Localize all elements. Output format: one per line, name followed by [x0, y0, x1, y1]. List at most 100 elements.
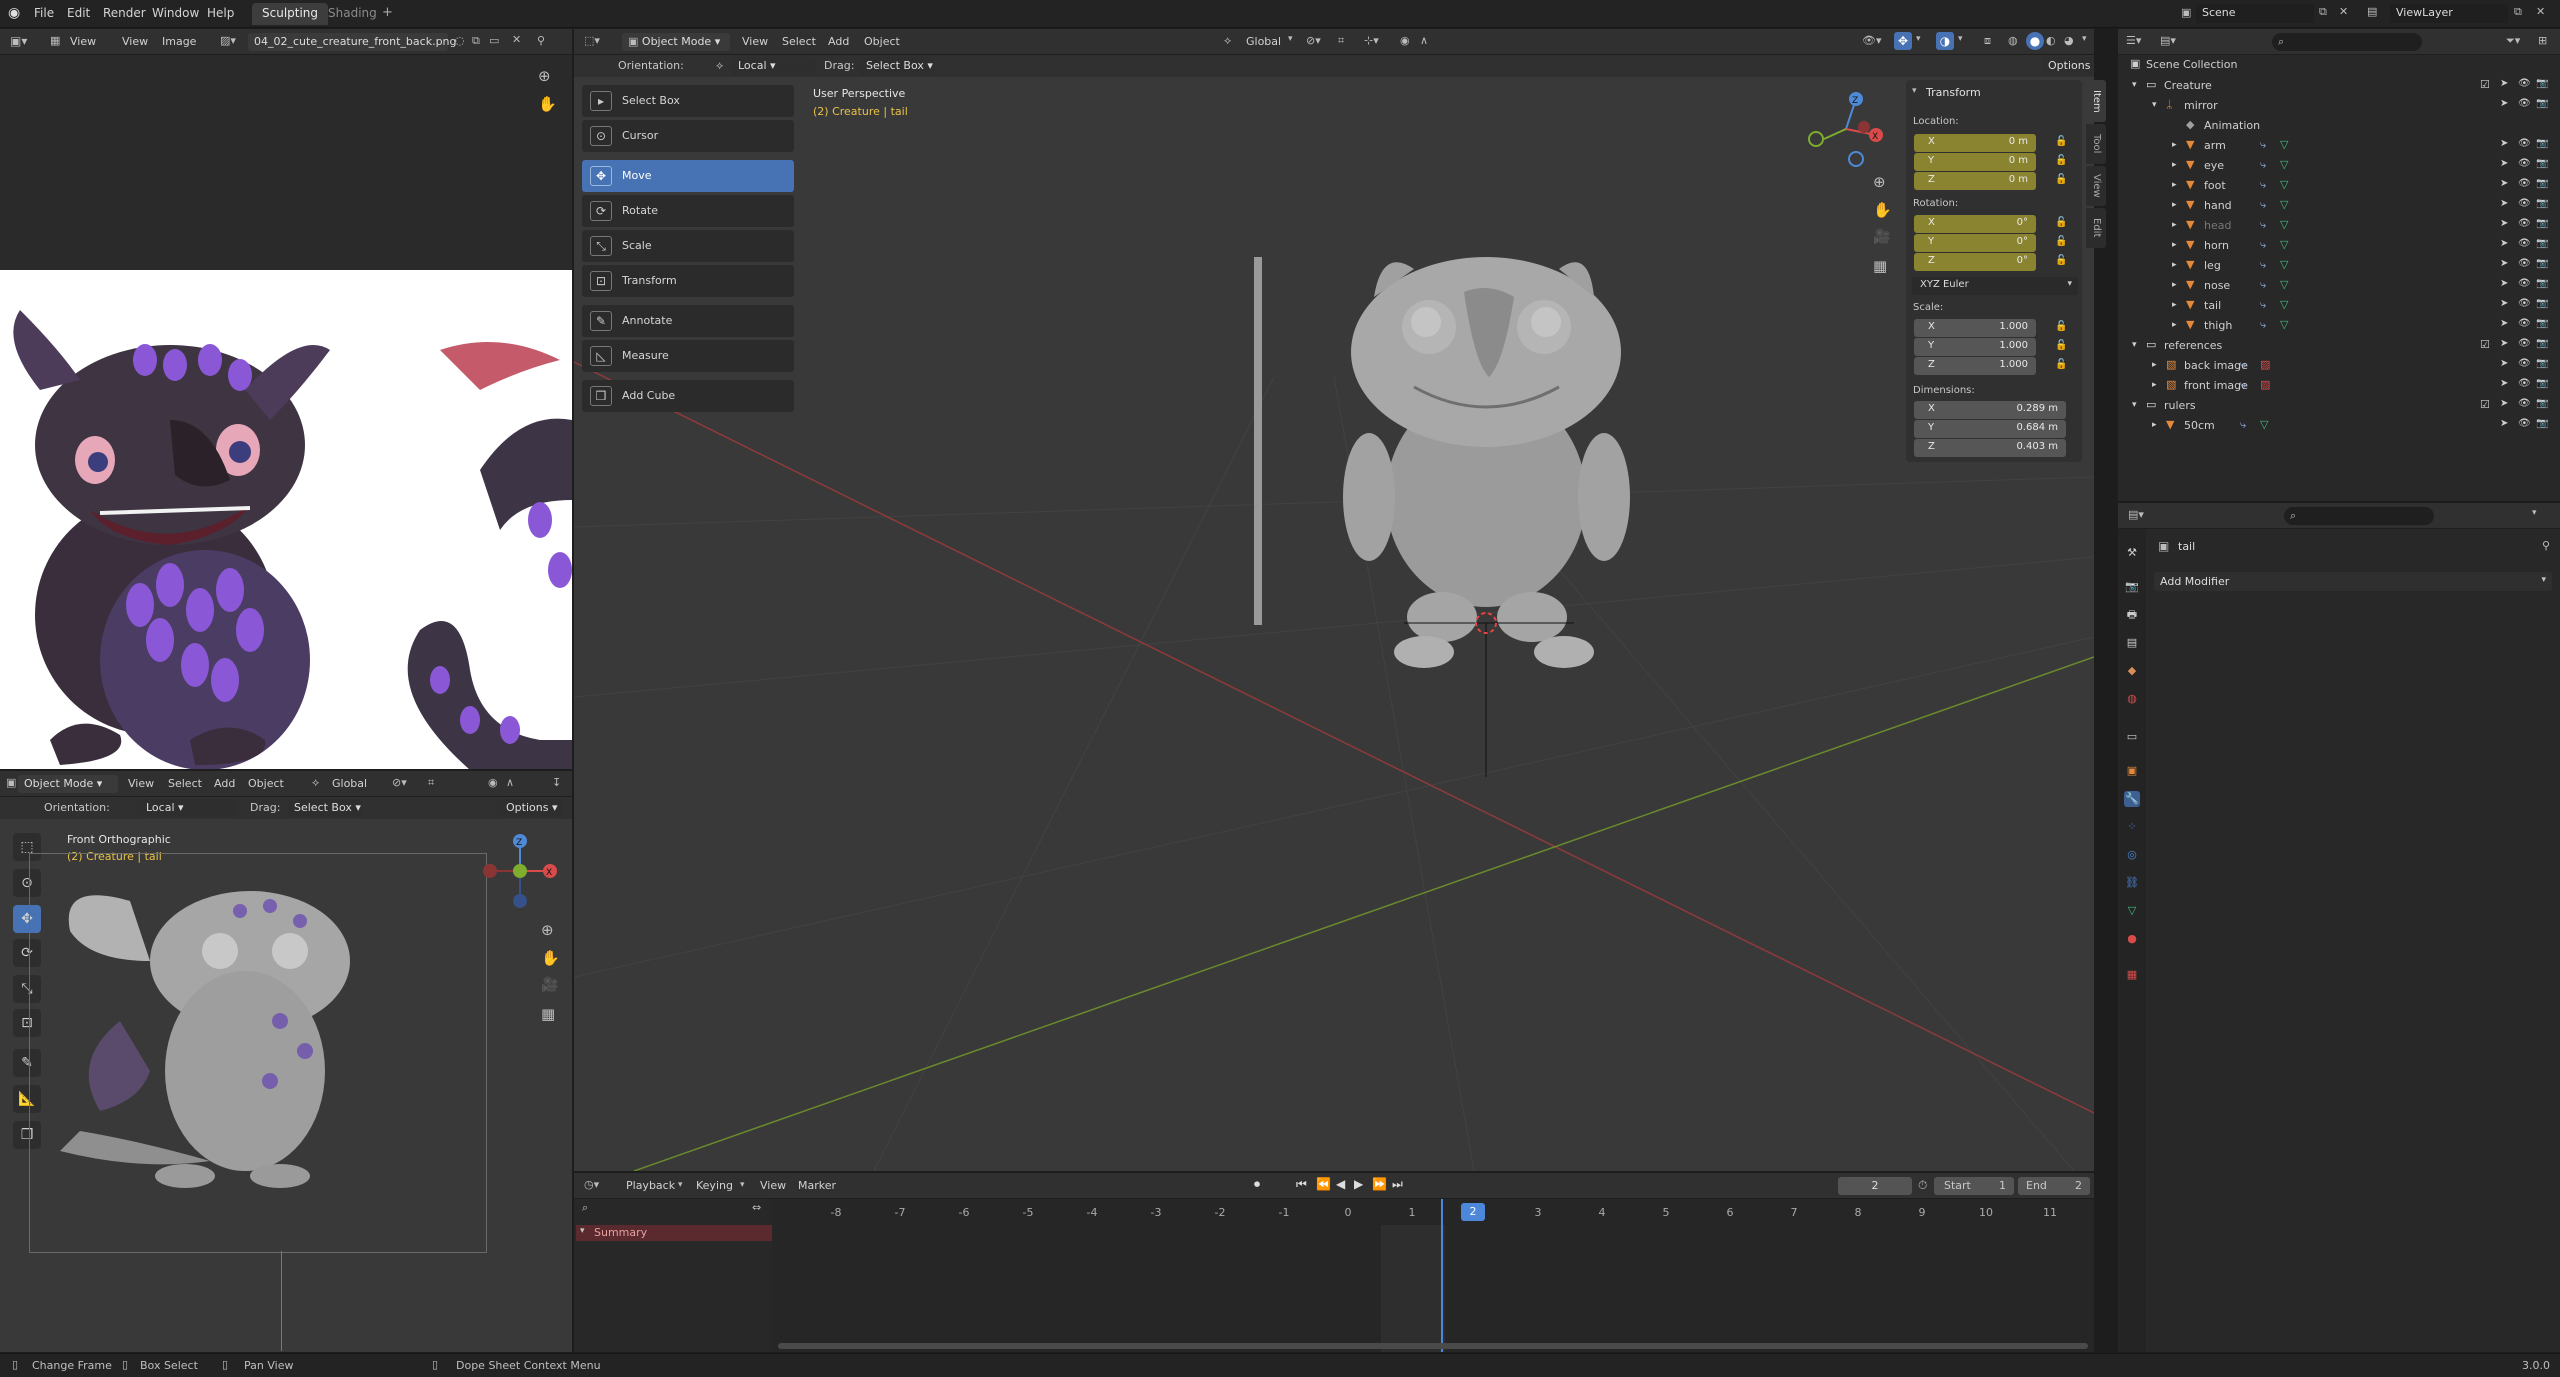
tool-transform[interactable]: ⊡ Transform [582, 265, 794, 297]
select-arrow-icon[interactable]: ➤ [2500, 378, 2508, 389]
menu-object[interactable]: Object [864, 35, 900, 48]
include-checkbox[interactable]: ☑ [2480, 78, 2490, 91]
timeline-playback-menu[interactable]: Playback [626, 1179, 675, 1192]
new-image-icon[interactable]: ⧉ [472, 34, 480, 48]
transform-orientation-chevron-icon[interactable]: ▾ [1288, 34, 1293, 44]
include-checkbox[interactable]: ☑ [2480, 338, 2490, 351]
expand-arrow-icon[interactable]: ▸ [2172, 220, 2177, 230]
options-button[interactable]: Options ▾ [500, 799, 564, 817]
particles-tab-icon[interactable]: ⁘ [2124, 819, 2140, 835]
properties-options-icon[interactable]: ▾ [2532, 508, 2537, 518]
pivot-icon[interactable]: ⊘▾ [392, 776, 407, 789]
object-tab-icon[interactable]: ▣ [2124, 763, 2140, 779]
tool-measure[interactable]: ◺ Measure [582, 340, 794, 372]
camera-render-icon[interactable]: 📷 [2536, 258, 2548, 269]
expand-arrow-icon[interactable]: ▾ [2132, 400, 2137, 410]
eye-icon[interactable]: 👁 [2518, 258, 2531, 269]
zoom-icon[interactable]: ⊕ [1873, 173, 1886, 191]
viewlayer-field[interactable]: ViewLayer [2390, 4, 2508, 23]
select-arrow-icon[interactable]: ➤ [2500, 358, 2508, 369]
eye-icon[interactable]: 👁 [2518, 138, 2531, 149]
tab-edit[interactable]: Edit [2086, 208, 2106, 248]
render-tab-icon[interactable]: 📷 [2124, 579, 2140, 595]
jump-end-icon[interactable]: ⏭ [1392, 1177, 1403, 1192]
rotation-y[interactable]: Y 0° [1914, 234, 2036, 252]
output-tab-icon[interactable]: 🖶 [2124, 607, 2140, 623]
eye-icon[interactable]: 👁 [2518, 218, 2531, 229]
camera-render-icon[interactable]: 📷 [2536, 358, 2548, 369]
pin-icon[interactable]: ⚲ [537, 34, 545, 47]
lock-rotation-y-icon[interactable]: 🔓 [2055, 236, 2067, 248]
drag-select[interactable]: Select Box ▾ [860, 57, 934, 75]
lock-location-y-icon[interactable]: 🔓 [2055, 155, 2067, 167]
menu-select[interactable]: Select [782, 35, 816, 48]
location-y[interactable]: Y0 m [1914, 153, 2036, 171]
camera-render-icon[interactable]: 📷 [2536, 398, 2548, 409]
outliner-item[interactable]: ▸ ▼ leg ⤷ ▽ ➤ 👁 📷 [2130, 256, 2550, 276]
blender-logo-icon[interactable]: ◉ [8, 5, 20, 21]
menu-edit[interactable]: Edit [67, 6, 90, 20]
material-tab-icon[interactable]: ● [2124, 931, 2140, 947]
camera-render-icon[interactable]: 📷 [2536, 158, 2548, 169]
pin-icon[interactable]: ⚲ [2542, 539, 2550, 552]
expand-arrow-icon[interactable]: ▸ [2172, 200, 2177, 210]
summary-channel[interactable]: ▾ Summary [576, 1225, 772, 1241]
tool-rotate[interactable]: ⟳ Rotate [582, 195, 794, 227]
pan-hand-icon[interactable]: ✋ [1873, 201, 1892, 219]
tool-tab-icon[interactable]: ⚒ [2124, 545, 2140, 561]
overlays-dropdown-icon[interactable]: ▾ [1958, 34, 1963, 44]
modifier-icon[interactable]: ⤷ [2240, 378, 2246, 392]
tool-scale[interactable]: ⤡ Scale [582, 230, 794, 262]
expand-arrow-icon[interactable]: ▸ [2172, 300, 2177, 310]
tool-move[interactable]: ✥ Move [582, 160, 794, 192]
pan-hand-icon[interactable]: ✋ [541, 949, 560, 967]
filter-icon[interactable]: ⏷▾ [2506, 34, 2520, 48]
eye-icon[interactable]: 👁 [2518, 98, 2531, 109]
start-frame-field[interactable]: Start 1 [1934, 1177, 2014, 1195]
eye-icon[interactable]: 👁 [2518, 318, 2531, 329]
camera-render-icon[interactable]: 📷 [2536, 278, 2548, 289]
tool-annotate[interactable]: ✎ Annotate [582, 305, 794, 337]
outliner-item[interactable]: ▸ ▼ tail ⤷ ▽ ➤ 👁 📷 [2130, 296, 2550, 316]
outliner-item[interactable]: ▸ ▼ arm ⤷ ▽ ➤ 👁 📷 [2130, 136, 2550, 156]
tool-add-cube[interactable]: ❒ Add Cube [582, 380, 794, 412]
select-arrow-icon[interactable]: ➤ [2500, 178, 2508, 189]
menu-window[interactable]: Window [152, 6, 199, 20]
add-workspace-button[interactable]: + [382, 5, 393, 20]
mode-select[interactable]: Object Mode ▾ [18, 775, 118, 793]
camera-render-icon[interactable]: 📷 [2536, 338, 2548, 349]
menu-file[interactable]: File [34, 6, 54, 20]
scale-x[interactable]: X 1.000 [1914, 319, 2036, 337]
modifier-icon[interactable]: ⤷ [2260, 158, 2266, 172]
solid-shading-icon[interactable]: ● [2026, 32, 2044, 50]
mode-select[interactable]: ▣ Object Mode ▾ [622, 33, 730, 51]
mesh-data-icon[interactable]: ▽ [2280, 258, 2288, 271]
mesh-data-icon[interactable]: ▽ [2280, 158, 2288, 171]
display-mode-icon[interactable]: ▤▾ [2160, 34, 2176, 47]
pivot-icon[interactable]: ⊘▾ [1306, 34, 1321, 47]
select-arrow-icon[interactable]: ➤ [2500, 298, 2508, 309]
expand-arrow-icon[interactable]: ▾ [2152, 100, 2157, 110]
viewlayer-icon[interactable]: ▤ [2367, 5, 2377, 18]
eye-icon[interactable]: 👁 [2518, 398, 2531, 409]
tab-shading[interactable]: Shading [318, 3, 387, 25]
select-arrow-icon[interactable]: ➤ [2500, 398, 2508, 409]
select-arrow-icon[interactable]: ➤ [2500, 338, 2508, 349]
expand-arrow-icon[interactable]: ▸ [2172, 280, 2177, 290]
modifier-icon[interactable]: ⤷ [2260, 218, 2266, 232]
camera-render-icon[interactable]: 📷 [2536, 98, 2548, 109]
mesh-data-icon[interactable]: ▽ [2280, 318, 2288, 331]
modifier-icon[interactable]: ⤷ [2260, 178, 2266, 192]
outliner-item[interactable]: ▸ ▧ front image ⤷ ▨ ➤ 👁 📷 [2130, 376, 2550, 396]
rotation-z[interactable]: Z 0° [1914, 253, 2036, 271]
tool-select-box[interactable]: ▸ Select Box [582, 85, 794, 117]
add-modifier-button[interactable]: Add Modifier ▾ [2154, 572, 2552, 591]
outliner-search-input[interactable]: ⌕ [2272, 33, 2422, 51]
view-icon[interactable]: ▦ [50, 34, 60, 47]
tab-sculpting[interactable]: Sculpting [252, 3, 329, 25]
mesh-data-icon[interactable]: ▽ [2280, 198, 2288, 211]
modifier-icon[interactable]: ⤷ [2240, 358, 2246, 372]
outliner-item[interactable]: ▾ ▭ Creature ☑ ➤ 👁 📷 [2130, 76, 2550, 96]
texture-tab-icon[interactable]: ▦ [2124, 967, 2140, 983]
view-layer-tab-icon[interactable]: ▤ [2124, 635, 2140, 651]
